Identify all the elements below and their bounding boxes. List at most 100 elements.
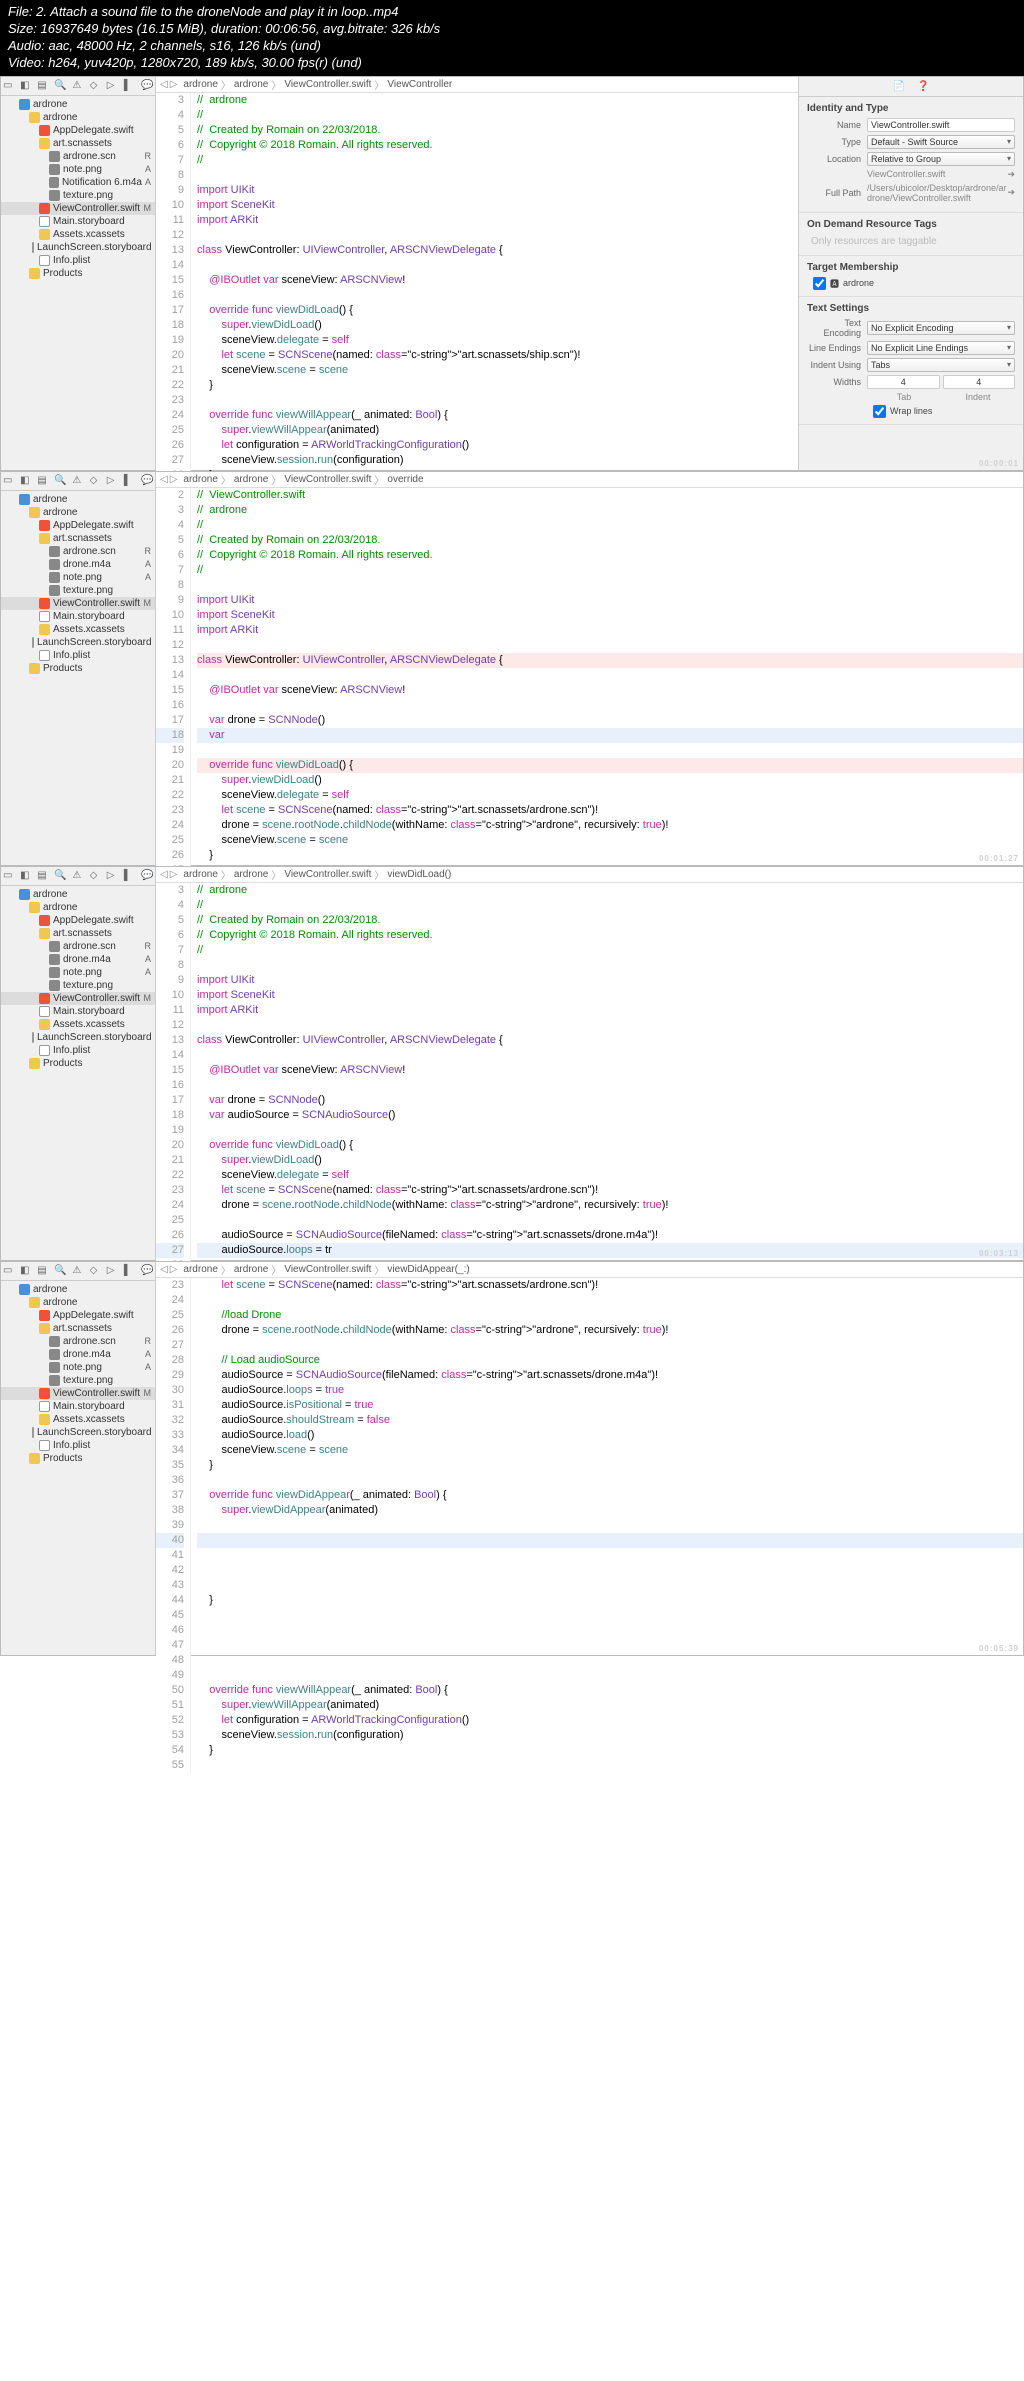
tree-item-assets-xcassets[interactable]: Assets.xcassets <box>1 228 155 241</box>
tree-item-ardrone-scn[interactable]: ardrone.scnR <box>1 940 155 953</box>
folder-picker-icon[interactable]: ➜ <box>1007 169 1015 180</box>
tree-item-note-png[interactable]: note.pngA <box>1 1361 155 1374</box>
source-control-icon[interactable]: ◧ <box>20 80 31 92</box>
navigator-tabs[interactable]: ▭ ◧ ▤ 🔍 ⚠ ◇ ▷ ▌ 💬 <box>1 77 155 96</box>
find-icon[interactable]: 🔍 <box>54 80 66 92</box>
tree-item-note-png[interactable]: note.pngA <box>1 571 155 584</box>
folder-icon[interactable]: ▭ <box>3 80 14 92</box>
target-checkbox[interactable] <box>813 277 826 290</box>
tree-item-launchscreen-storyboard[interactable]: LaunchScreen.storyboard <box>1 1426 155 1439</box>
back-icon[interactable]: ◁ <box>160 869 168 880</box>
lineending-dropdown[interactable]: No Explicit Line Endings <box>867 341 1015 355</box>
code-body[interactable]: 2324252627282930313233343536373839404142… <box>156 1278 1023 1773</box>
tree-item-texture-png[interactable]: texture.png <box>1 1374 155 1387</box>
tree-item-assets-xcassets[interactable]: Assets.xcassets <box>1 1018 155 1031</box>
tree-item-assets-xcassets[interactable]: Assets.xcassets <box>1 623 155 636</box>
tree-item-appdelegate-swift[interactable]: AppDelegate.swift <box>1 914 155 927</box>
breadcrumb-segment[interactable]: ViewController.swift <box>284 79 371 90</box>
breadcrumb-segment[interactable]: ardrone <box>234 79 268 90</box>
tree-item-ardrone[interactable]: ardrone <box>1 1296 155 1309</box>
tree-item-drone-m4a[interactable]: drone.m4aA <box>1 953 155 966</box>
tree-item-texture-png[interactable]: texture.png <box>1 584 155 597</box>
tree-item-info-plist[interactable]: Info.plist <box>1 254 155 267</box>
tree-item-info-plist[interactable]: Info.plist <box>1 649 155 662</box>
tree-item-ardrone-scn[interactable]: ardrone.scnR <box>1 1335 155 1348</box>
file-tree[interactable]: ardroneardroneAppDelegate.swiftart.scnas… <box>1 886 155 1072</box>
tree-item-launchscreen-storyboard[interactable]: LaunchScreen.storyboard <box>1 241 155 254</box>
tree-item-ardrone[interactable]: ardrone <box>1 111 155 124</box>
navigator-tabs[interactable]: ▭◧▤🔍⚠◇▷▌💬 <box>1 867 155 886</box>
tree-item-texture-png[interactable]: texture.png <box>1 189 155 202</box>
tree-item-viewcontroller-swift[interactable]: ViewController.swiftM <box>1 992 155 1005</box>
tree-item-ardrone[interactable]: ardrone <box>1 493 155 506</box>
breadcrumb-segment[interactable]: ardrone <box>234 1264 268 1275</box>
tree-item-products[interactable]: Products <box>1 1452 155 1465</box>
test-icon[interactable]: ◇ <box>90 80 101 92</box>
tree-item-art-scnassets[interactable]: art.scnassets <box>1 927 155 940</box>
tree-item-main-storyboard[interactable]: Main.storyboard <box>1 1005 155 1018</box>
tree-item-texture-png[interactable]: texture.png <box>1 979 155 992</box>
breadcrumb-segment[interactable]: override <box>387 474 423 485</box>
breadcrumb-segment[interactable]: viewDidLoad() <box>387 869 451 880</box>
tree-item-viewcontroller-swift[interactable]: ViewController.swiftM <box>1 597 155 610</box>
editor-nav[interactable]: ◁▷ <box>160 79 177 90</box>
help-inspector-icon[interactable]: ❓ <box>917 81 929 92</box>
name-field[interactable]: ViewController.swift <box>867 118 1015 132</box>
tree-item-viewcontroller-swift[interactable]: ViewController.swiftM <box>1 202 155 215</box>
forward-icon[interactable]: ▷ <box>170 869 178 880</box>
code-editor[interactable]: ◁▷ ardrone〉ardrone〉ViewController.swift〉… <box>156 867 1023 1260</box>
breadcrumb[interactable]: ardrone〉ardrone〉ViewController.swift〉vie… <box>183 1262 469 1277</box>
issue-icon[interactable]: ⚠ <box>72 80 83 92</box>
back-icon[interactable]: ◁ <box>160 474 168 485</box>
inspector-tabs[interactable]: 📄 ❓ <box>799 77 1023 97</box>
forward-icon[interactable]: ▷ <box>170 1264 178 1275</box>
back-icon[interactable]: ◁ <box>160 1264 168 1275</box>
type-dropdown[interactable]: Default - Swift Source <box>867 135 1015 149</box>
tree-item-launchscreen-storyboard[interactable]: LaunchScreen.storyboard <box>1 1031 155 1044</box>
project-navigator[interactable]: ▭ ◧ ▤ 🔍 ⚠ ◇ ▷ ▌ 💬 ardroneardroneAppDeleg… <box>1 77 156 470</box>
symbol-icon[interactable]: ▤ <box>37 80 48 92</box>
tree-item-art-scnassets[interactable]: art.scnassets <box>1 137 155 150</box>
tree-item-info-plist[interactable]: Info.plist <box>1 1439 155 1452</box>
breadcrumb[interactable]: ardrone〉ardrone〉ViewController.swift〉ove… <box>183 472 423 487</box>
tree-item-drone-m4a[interactable]: drone.m4aA <box>1 558 155 571</box>
file-inspector-icon[interactable]: 📄 <box>893 81 905 92</box>
project-navigator[interactable]: ▭◧▤🔍⚠◇▷▌💬 ardroneardroneAppDelegate.swif… <box>1 867 156 1260</box>
tree-item-appdelegate-swift[interactable]: AppDelegate.swift <box>1 124 155 137</box>
tree-item-products[interactable]: Products <box>1 1057 155 1070</box>
navigator-tabs[interactable]: ▭◧▤🔍⚠◇▷▌💬 <box>1 1262 155 1281</box>
back-icon[interactable]: ◁ <box>160 79 168 90</box>
tree-item-launchscreen-storyboard[interactable]: LaunchScreen.storyboard <box>1 636 155 649</box>
breadcrumb-segment[interactable]: ViewController.swift <box>284 869 371 880</box>
encoding-dropdown[interactable]: No Explicit Encoding <box>867 321 1015 335</box>
reveal-icon[interactable]: ➜ <box>1007 187 1015 198</box>
tree-item-ardrone-scn[interactable]: ardrone.scnR <box>1 545 155 558</box>
navigator-tabs[interactable]: ▭◧▤🔍⚠◇▷▌💬 <box>1 472 155 491</box>
project-navigator[interactable]: ▭◧▤🔍⚠◇▷▌💬 ardroneardroneAppDelegate.swif… <box>1 472 156 865</box>
breadcrumb-segment[interactable]: ardrone <box>183 79 217 90</box>
tree-item-viewcontroller-swift[interactable]: ViewController.swiftM <box>1 1387 155 1400</box>
file-tree[interactable]: ardroneardroneAppDelegate.swiftart.scnas… <box>1 96 155 282</box>
forward-icon[interactable]: ▷ <box>170 474 178 485</box>
tree-item-products[interactable]: Products <box>1 267 155 280</box>
indent-width-field[interactable]: 4 <box>943 375 1016 389</box>
breakpoint-icon[interactable]: ▌ <box>124 80 135 92</box>
tree-item-note-png[interactable]: note.pngA <box>1 966 155 979</box>
tree-item-ardrone[interactable]: ardrone <box>1 901 155 914</box>
breadcrumb-segment[interactable]: ardrone <box>234 474 268 485</box>
tree-item-main-storyboard[interactable]: Main.storyboard <box>1 215 155 228</box>
file-inspector[interactable]: 📄 ❓ Identity and Type NameViewController… <box>798 77 1023 470</box>
breadcrumb-segment[interactable]: ardrone <box>183 1264 217 1275</box>
code-editor[interactable]: ◁▷ ardrone〉ardrone〉ViewController.swift〉… <box>156 1262 1023 1655</box>
breadcrumb[interactable]: ardrone〉ardrone〉ViewController.swift〉Vie… <box>183 77 452 92</box>
tree-item-notification-6-m4a[interactable]: Notification 6.m4aA <box>1 176 155 189</box>
file-tree[interactable]: ardroneardroneAppDelegate.swiftart.scnas… <box>1 491 155 677</box>
tree-item-main-storyboard[interactable]: Main.storyboard <box>1 610 155 623</box>
forward-icon[interactable]: ▷ <box>170 79 178 90</box>
tree-item-info-plist[interactable]: Info.plist <box>1 1044 155 1057</box>
tree-item-art-scnassets[interactable]: art.scnassets <box>1 1322 155 1335</box>
debug-icon[interactable]: ▷ <box>107 80 118 92</box>
tree-item-ardrone[interactable]: ardrone <box>1 1283 155 1296</box>
breadcrumb-segment[interactable]: ViewController.swift <box>284 1264 371 1275</box>
breadcrumb-segment[interactable]: viewDidAppear(_:) <box>387 1264 469 1275</box>
